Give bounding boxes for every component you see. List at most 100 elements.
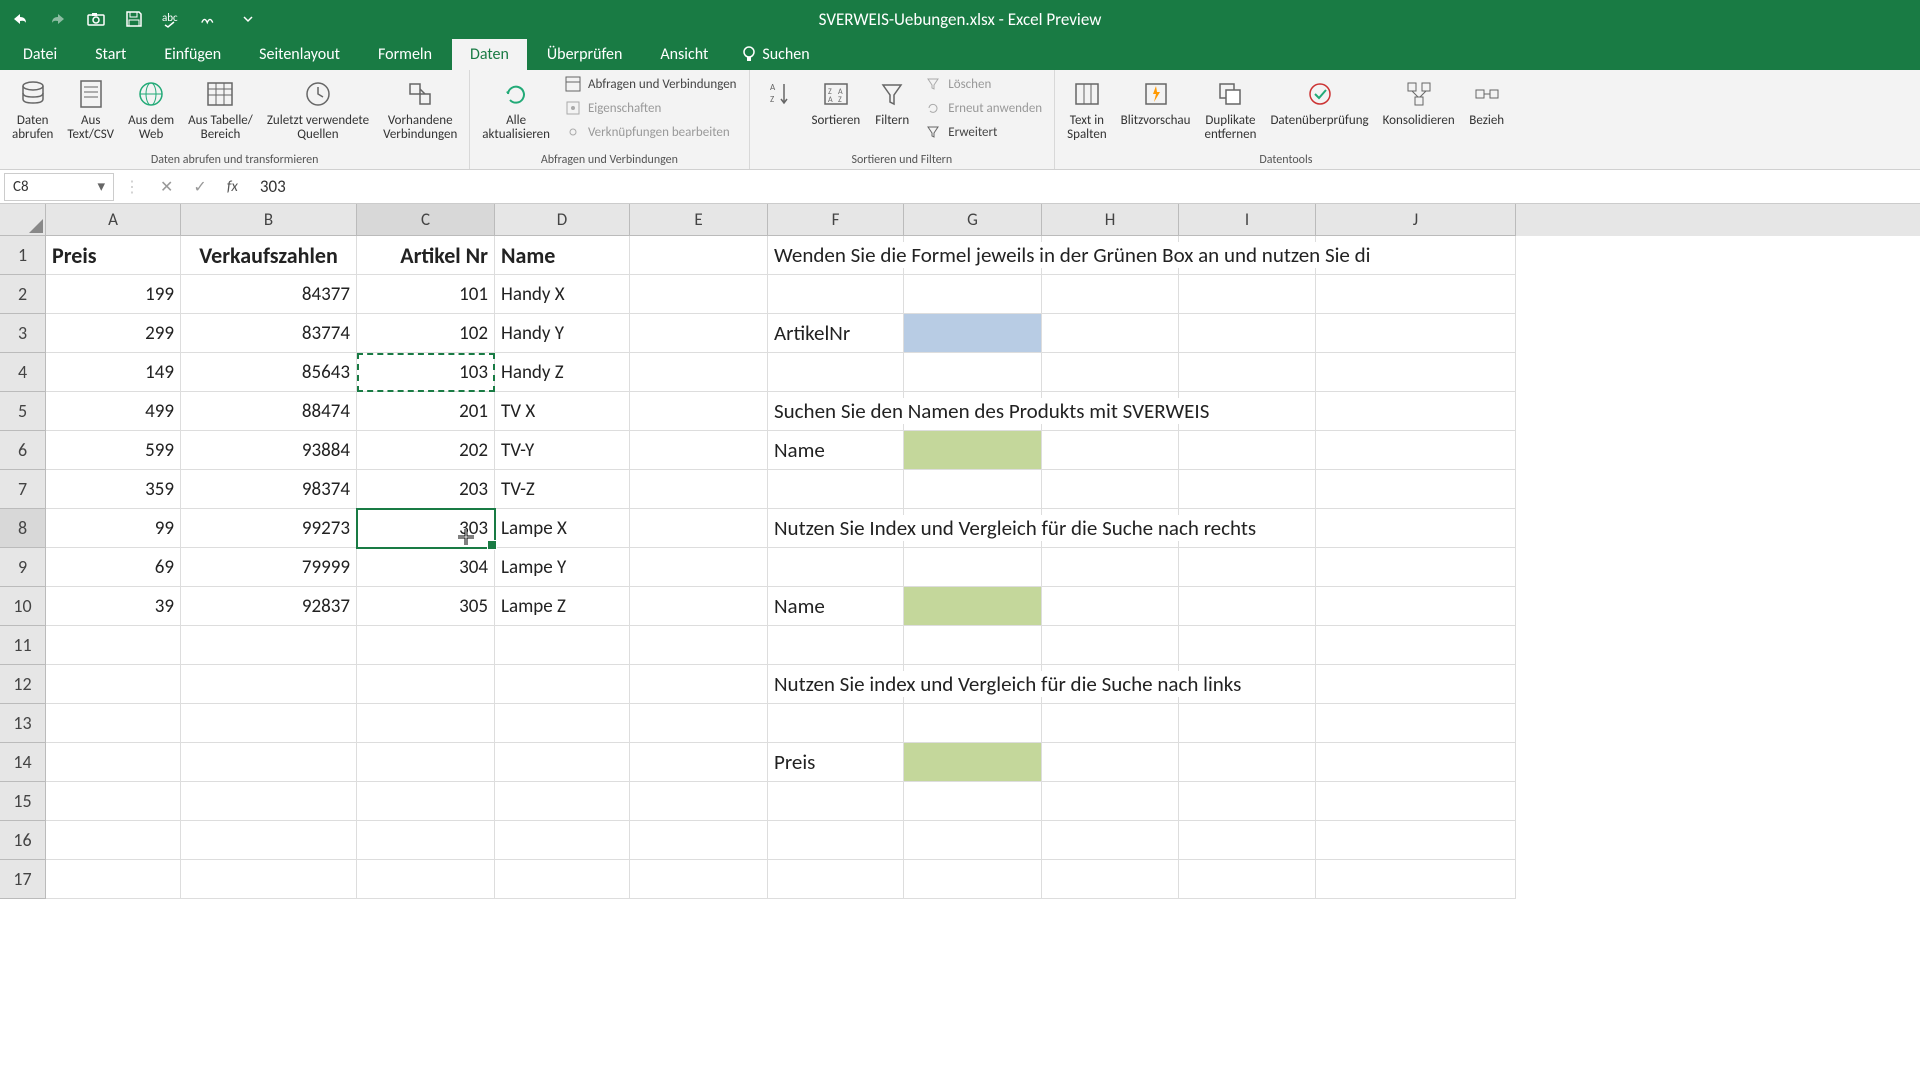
cell-F9[interactable] — [768, 548, 904, 587]
cell-I15[interactable] — [1179, 782, 1316, 821]
tab-ueberpruefen[interactable]: Überprüfen — [529, 39, 640, 70]
col-header-I[interactable]: I — [1179, 204, 1316, 236]
cell-H6[interactable] — [1042, 431, 1179, 470]
col-header-J[interactable]: J — [1316, 204, 1516, 236]
cell-G7[interactable] — [904, 470, 1042, 509]
cell-B11[interactable] — [181, 626, 357, 665]
row-header-8[interactable]: 8 — [0, 509, 46, 548]
col-header-F[interactable]: F — [768, 204, 904, 236]
col-header-D[interactable]: D — [495, 204, 630, 236]
cell-H2[interactable] — [1042, 275, 1179, 314]
cell-J5[interactable] — [1316, 392, 1516, 431]
cell-F5[interactable]: Suchen Sie den Namen des Produkts mit SV… — [768, 392, 904, 431]
cell-E13[interactable] — [630, 704, 768, 743]
cell-C5[interactable]: 201 — [357, 392, 495, 431]
col-header-G[interactable]: G — [904, 204, 1042, 236]
btn-aus-text[interactable]: Aus Text/CSV — [63, 74, 118, 144]
cell-B5[interactable]: 88474 — [181, 392, 357, 431]
cell-D9[interactable]: Lampe Y — [495, 548, 630, 587]
cell-E7[interactable] — [630, 470, 768, 509]
row-header-6[interactable]: 6 — [0, 431, 46, 470]
tab-suchen[interactable]: Suchen — [728, 39, 823, 70]
row-header-14[interactable]: 14 — [0, 743, 46, 782]
cell-A10[interactable]: 39 — [46, 587, 181, 626]
accept-button[interactable]: ✓ — [183, 177, 216, 197]
col-header-E[interactable]: E — [630, 204, 768, 236]
cell-B10[interactable]: 92837 — [181, 587, 357, 626]
cell-A1[interactable]: Preis — [46, 236, 181, 275]
cell-E2[interactable] — [630, 275, 768, 314]
cell-I7[interactable] — [1179, 470, 1316, 509]
btn-sortieren[interactable]: ZAAZ Sortieren — [808, 74, 865, 130]
cell-J9[interactable] — [1316, 548, 1516, 587]
cell-C11[interactable] — [357, 626, 495, 665]
cell-D5[interactable]: TV X — [495, 392, 630, 431]
tab-seitenlayout[interactable]: Seitenlayout — [241, 39, 358, 70]
cell-E10[interactable] — [630, 587, 768, 626]
cell-D16[interactable] — [495, 821, 630, 860]
btn-datenpruefung[interactable]: Datenüberprüfung — [1266, 74, 1372, 130]
cell-C16[interactable] — [357, 821, 495, 860]
cell-F17[interactable] — [768, 860, 904, 899]
cell-E11[interactable] — [630, 626, 768, 665]
fx-icon[interactable]: fx — [217, 178, 248, 196]
cell-C12[interactable] — [357, 665, 495, 704]
cell-E9[interactable] — [630, 548, 768, 587]
cell-J10[interactable] — [1316, 587, 1516, 626]
cell-G13[interactable] — [904, 704, 1042, 743]
btn-alle-aktualisieren[interactable]: Alle aktualisieren — [478, 74, 554, 144]
cell-I11[interactable] — [1179, 626, 1316, 665]
cell-F4[interactable] — [768, 353, 904, 392]
name-box[interactable]: C8 ▾ — [4, 173, 114, 201]
cell-B2[interactable]: 84377 — [181, 275, 357, 314]
cell-D7[interactable]: TV-Z — [495, 470, 630, 509]
cell-B16[interactable] — [181, 821, 357, 860]
cell-C4[interactable]: 103 — [357, 353, 495, 392]
cell-C2[interactable]: 101 — [357, 275, 495, 314]
cell-C9[interactable]: 304 — [357, 548, 495, 587]
cell-F8[interactable]: Nutzen Sie Index und Vergleich für die S… — [768, 509, 904, 548]
cell-D14[interactable] — [495, 743, 630, 782]
cell-C6[interactable]: 202 — [357, 431, 495, 470]
cell-E6[interactable] — [630, 431, 768, 470]
cell-A3[interactable]: 299 — [46, 314, 181, 353]
redo-icon[interactable] — [48, 9, 68, 29]
cell-J17[interactable] — [1316, 860, 1516, 899]
cell-F6[interactable]: Name — [768, 431, 904, 470]
cell-D6[interactable]: TV-Y — [495, 431, 630, 470]
cell-F7[interactable] — [768, 470, 904, 509]
cell-J8[interactable] — [1316, 509, 1516, 548]
cell-H14[interactable] — [1042, 743, 1179, 782]
cell-D15[interactable] — [495, 782, 630, 821]
tab-datei[interactable]: Datei — [5, 39, 75, 70]
cell-F16[interactable] — [768, 821, 904, 860]
cell-A4[interactable]: 149 — [46, 353, 181, 392]
cell-F13[interactable] — [768, 704, 904, 743]
cell-J12[interactable] — [1316, 665, 1516, 704]
cell-F1[interactable]: Wenden Sie die Formel jeweils in der Grü… — [768, 236, 904, 275]
row-header-16[interactable]: 16 — [0, 821, 46, 860]
cell-B14[interactable] — [181, 743, 357, 782]
cell-C10[interactable]: 305 — [357, 587, 495, 626]
cell-D10[interactable]: Lampe Z — [495, 587, 630, 626]
select-all-corner[interactable] — [0, 204, 46, 236]
cell-B12[interactable] — [181, 665, 357, 704]
formula-input[interactable] — [248, 170, 1920, 203]
row-header-11[interactable]: 11 — [0, 626, 46, 665]
cell-B3[interactable]: 83774 — [181, 314, 357, 353]
cell-E1[interactable] — [630, 236, 768, 275]
cell-H17[interactable] — [1042, 860, 1179, 899]
row-header-15[interactable]: 15 — [0, 782, 46, 821]
btn-vorhandene-verbindungen[interactable]: Vorhandene Verbindungen — [379, 74, 461, 144]
cell-G3[interactable] — [904, 314, 1042, 353]
camera-icon[interactable] — [86, 9, 106, 29]
cell-A11[interactable] — [46, 626, 181, 665]
cell-D2[interactable]: Handy X — [495, 275, 630, 314]
cell-J4[interactable] — [1316, 353, 1516, 392]
cell-H9[interactable] — [1042, 548, 1179, 587]
row-header-12[interactable]: 12 — [0, 665, 46, 704]
cell-G16[interactable] — [904, 821, 1042, 860]
cell-D12[interactable] — [495, 665, 630, 704]
cell-D13[interactable] — [495, 704, 630, 743]
cell-G17[interactable] — [904, 860, 1042, 899]
